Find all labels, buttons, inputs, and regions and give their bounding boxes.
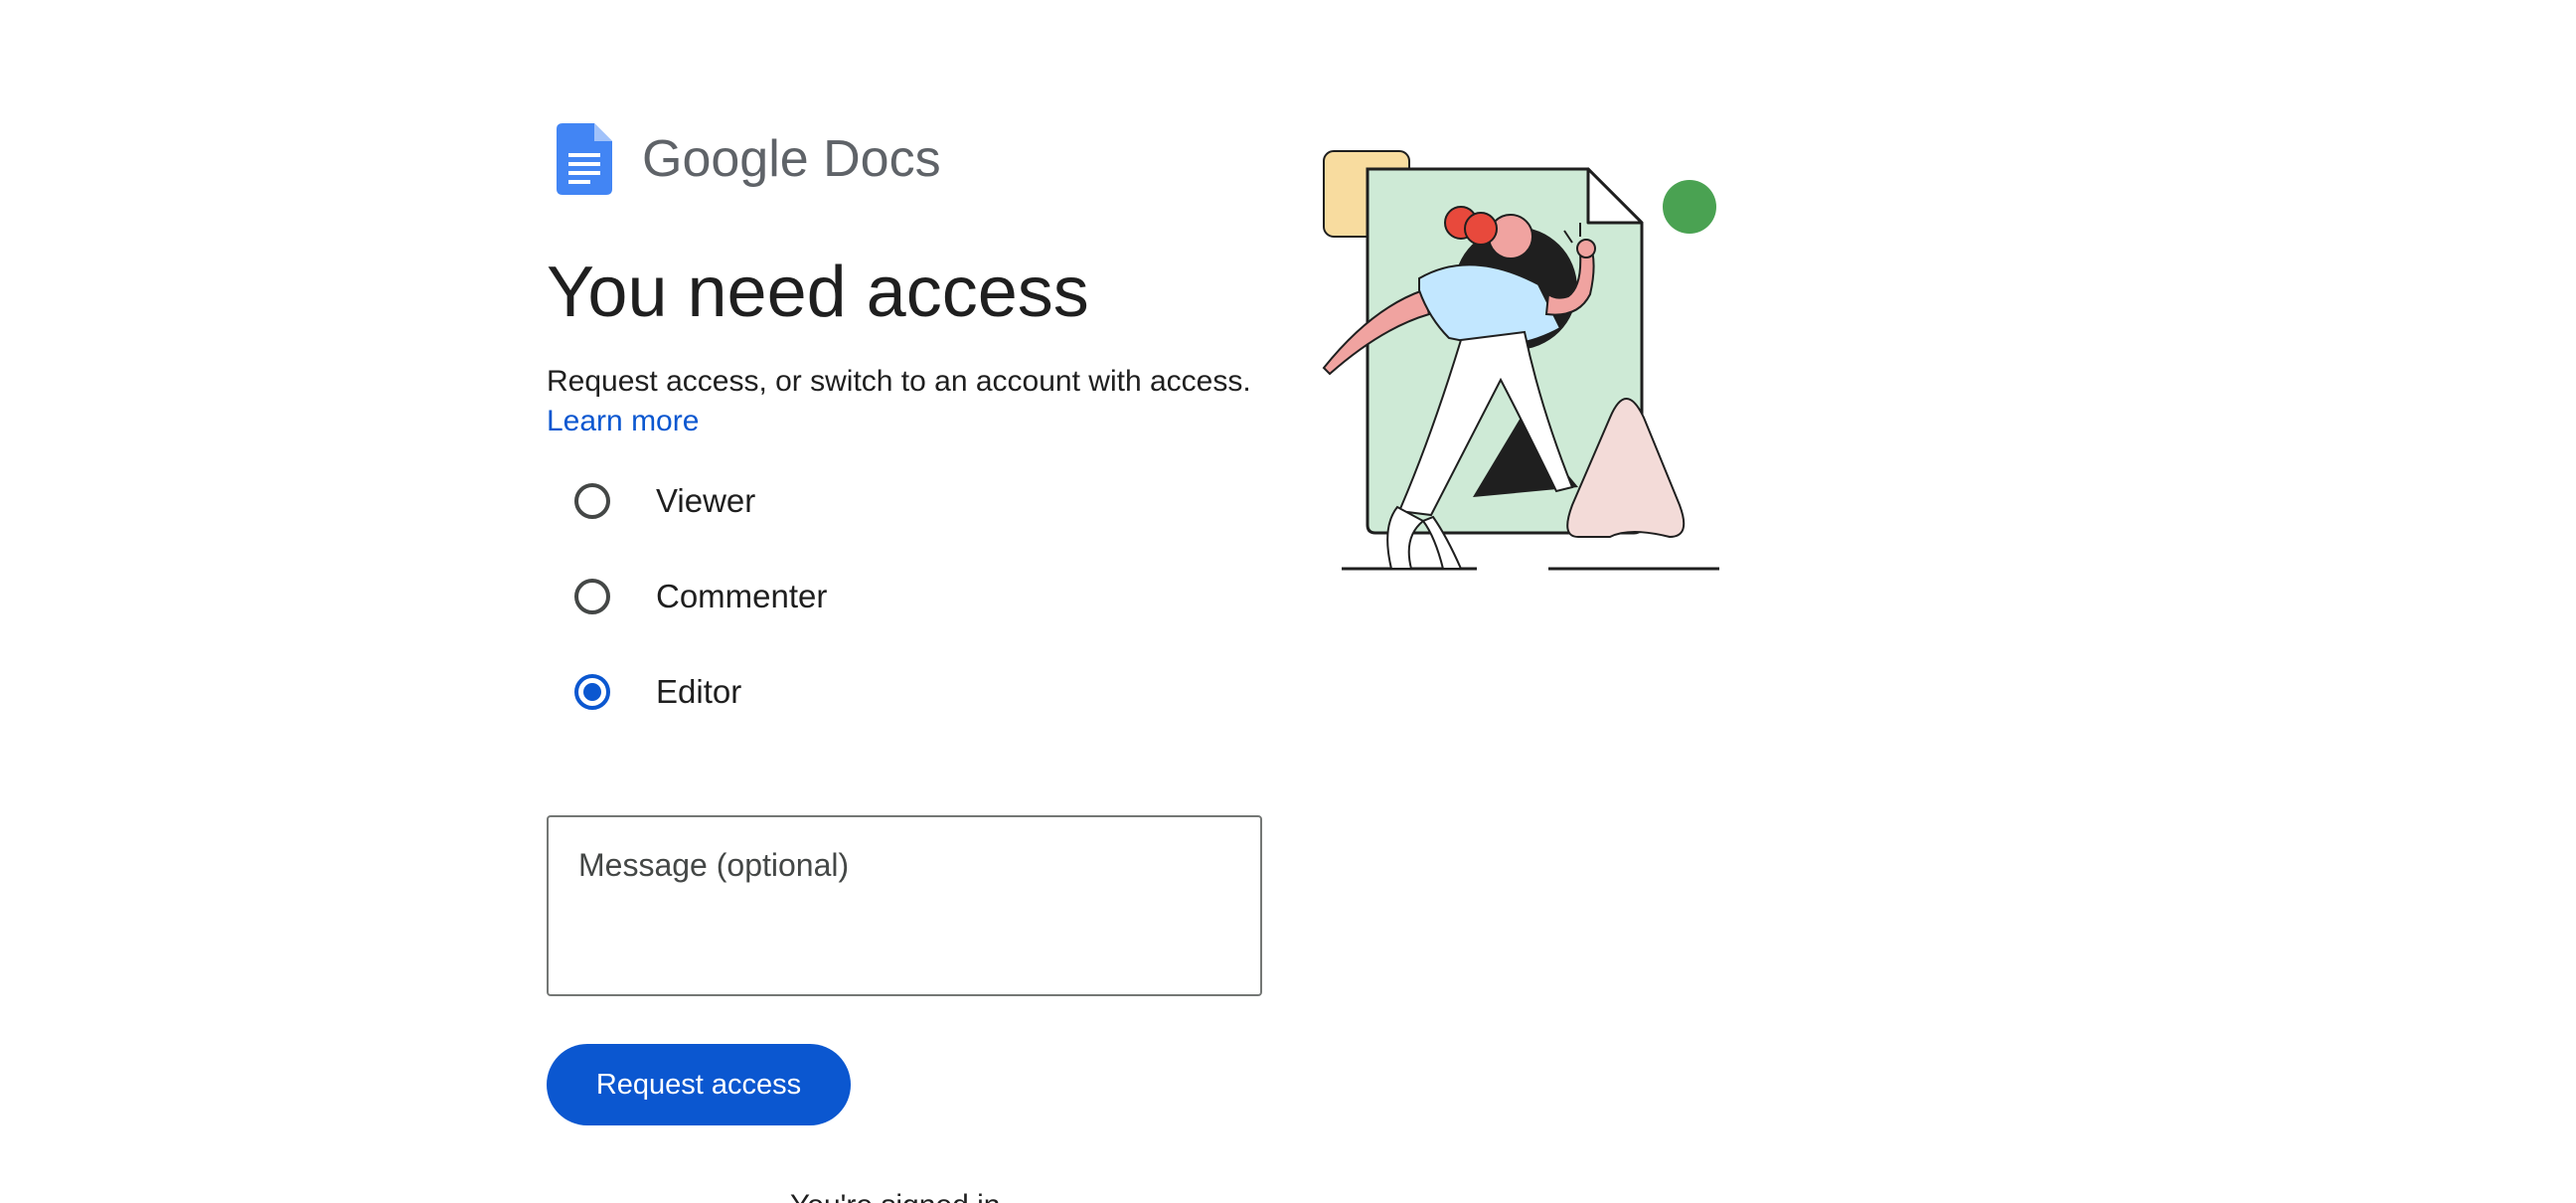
message-input[interactable] (547, 815, 1262, 996)
radio-button-viewer[interactable] (574, 483, 610, 519)
page-subtitle: Request access, or switch to an account … (547, 365, 1251, 398)
radio-label-commenter: Commenter (656, 578, 828, 614)
page-title: You need access (547, 253, 1089, 332)
radio-option-commenter[interactable]: Commenter (547, 549, 1272, 644)
brand-header: Google Docs (547, 119, 1272, 199)
radio-button-editor[interactable] (574, 674, 610, 710)
access-request-page: Google Docs You need access Request acce… (0, 0, 2576, 1203)
person-leaving-document-illustration (1322, 150, 1719, 571)
footer-signed-in-text: You're signed in (790, 1189, 1000, 1203)
request-access-button[interactable]: Request access (547, 1044, 851, 1125)
learn-more-link[interactable]: Learn more (547, 402, 699, 441)
main-column: Google Docs You need access Request acce… (547, 119, 1272, 1125)
brand-name: Google Docs (642, 130, 941, 188)
radio-label-editor: Editor (656, 673, 742, 710)
access-level-group: Viewer Commenter Editor (547, 453, 1272, 740)
google-docs-icon (557, 123, 612, 195)
radio-label-viewer: Viewer (656, 482, 756, 519)
radio-button-commenter[interactable] (574, 579, 610, 614)
radio-option-viewer[interactable]: Viewer (547, 453, 1272, 549)
radio-option-editor[interactable]: Editor (547, 644, 1272, 740)
